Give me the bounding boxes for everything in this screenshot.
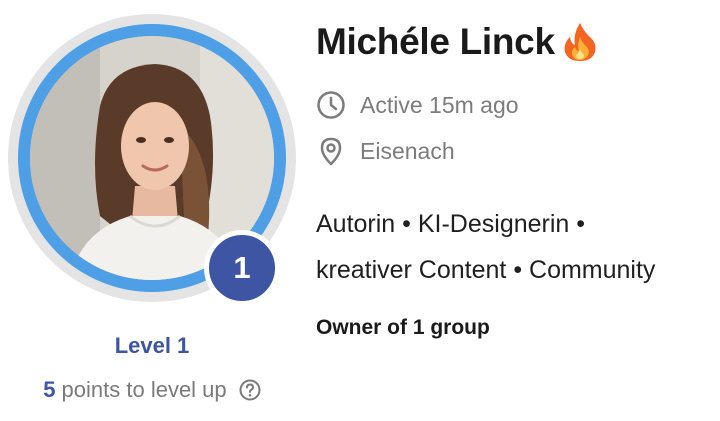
- points-to-level-up: 5 points to level up: [8, 377, 296, 403]
- group-ownership: Owner of 1 group: [316, 316, 490, 339]
- last-active-text: Active 15m ago: [360, 91, 519, 118]
- points-suffix: points to level up: [55, 377, 227, 402]
- name-row: Michéle Linck: [316, 18, 597, 66]
- location-row: Eisenach: [316, 136, 455, 166]
- bio-line: kreativer Content • Community: [316, 256, 656, 284]
- question-circle-icon[interactable]: [239, 379, 261, 401]
- profile-bio: Autorin • KI-Designerin • kreativer Cont…: [316, 201, 716, 293]
- location-text: Eisenach: [360, 137, 455, 164]
- profile-name: Michéle Linck: [316, 21, 555, 62]
- fire-icon: [563, 22, 597, 62]
- level-badge: 1: [204, 230, 280, 306]
- bio-line: Autorin • KI-Designerin •: [316, 210, 586, 238]
- level-label: Level 1: [114, 333, 190, 358]
- location-pin-icon: [316, 136, 346, 166]
- last-active-row: Active 15m ago: [316, 90, 519, 120]
- clock-icon: [316, 90, 346, 120]
- points-count: 5: [43, 377, 56, 402]
